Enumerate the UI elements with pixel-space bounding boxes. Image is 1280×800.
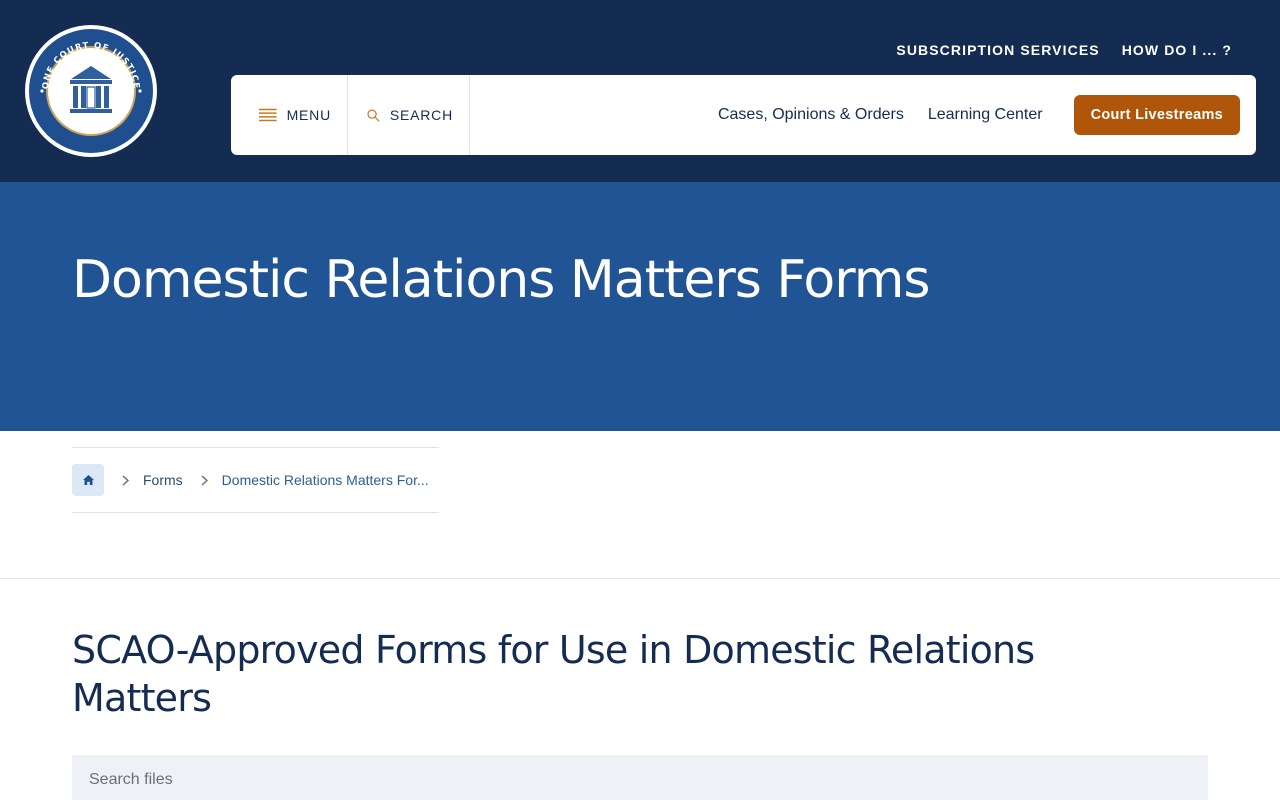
court-livestreams-button[interactable]: Court Livestreams [1073, 95, 1240, 135]
page-hero: Domestic Relations Matters Forms [0, 182, 1280, 431]
breadcrumb-home-button[interactable] [72, 464, 104, 496]
how-do-i-link[interactable]: HOW DO I ... ? [1122, 42, 1232, 58]
breadcrumb-forms-link[interactable]: Forms [143, 472, 183, 488]
search-files-input[interactable] [72, 755, 1208, 800]
utility-nav: SUBSCRIPTION SERVICES HOW DO I ... ? [896, 42, 1232, 58]
search-label: SEARCH [389, 107, 453, 123]
search-icon [367, 108, 380, 122]
section-title: SCAO-Approved Forms for Use in Domestic … [72, 628, 1035, 720]
section-divider [0, 578, 1280, 579]
chevron-right-icon [201, 474, 208, 486]
chevron-right-icon [122, 474, 129, 486]
menu-label: MENU [286, 107, 331, 123]
search-button[interactable]: SEARCH [348, 75, 470, 155]
home-icon [82, 475, 94, 485]
court-seal-logo[interactable]: ONE COURT OF JUSTICE MICHIGAN [24, 24, 158, 158]
breadcrumb: Forms Domestic Relations Matters For... [72, 447, 439, 513]
hamburger-icon [259, 108, 277, 122]
cases-opinions-orders-link[interactable]: Cases, Opinions & Orders [718, 106, 904, 124]
subscription-services-link[interactable]: SUBSCRIPTION SERVICES [896, 42, 1099, 58]
learning-center-link[interactable]: Learning Center [928, 106, 1043, 124]
menu-button[interactable]: MENU [231, 75, 348, 155]
main-nav-card: MENU SEARCH Cases, Opinions & Orders Lea… [231, 75, 1256, 155]
site-header: ONE COURT OF JUSTICE MICHIGAN SUBSCRIPTI… [0, 0, 1280, 182]
breadcrumb-current-page: Domestic Relations Matters For... [221, 472, 429, 488]
page-title: Domestic Relations Matters Forms [72, 250, 930, 310]
